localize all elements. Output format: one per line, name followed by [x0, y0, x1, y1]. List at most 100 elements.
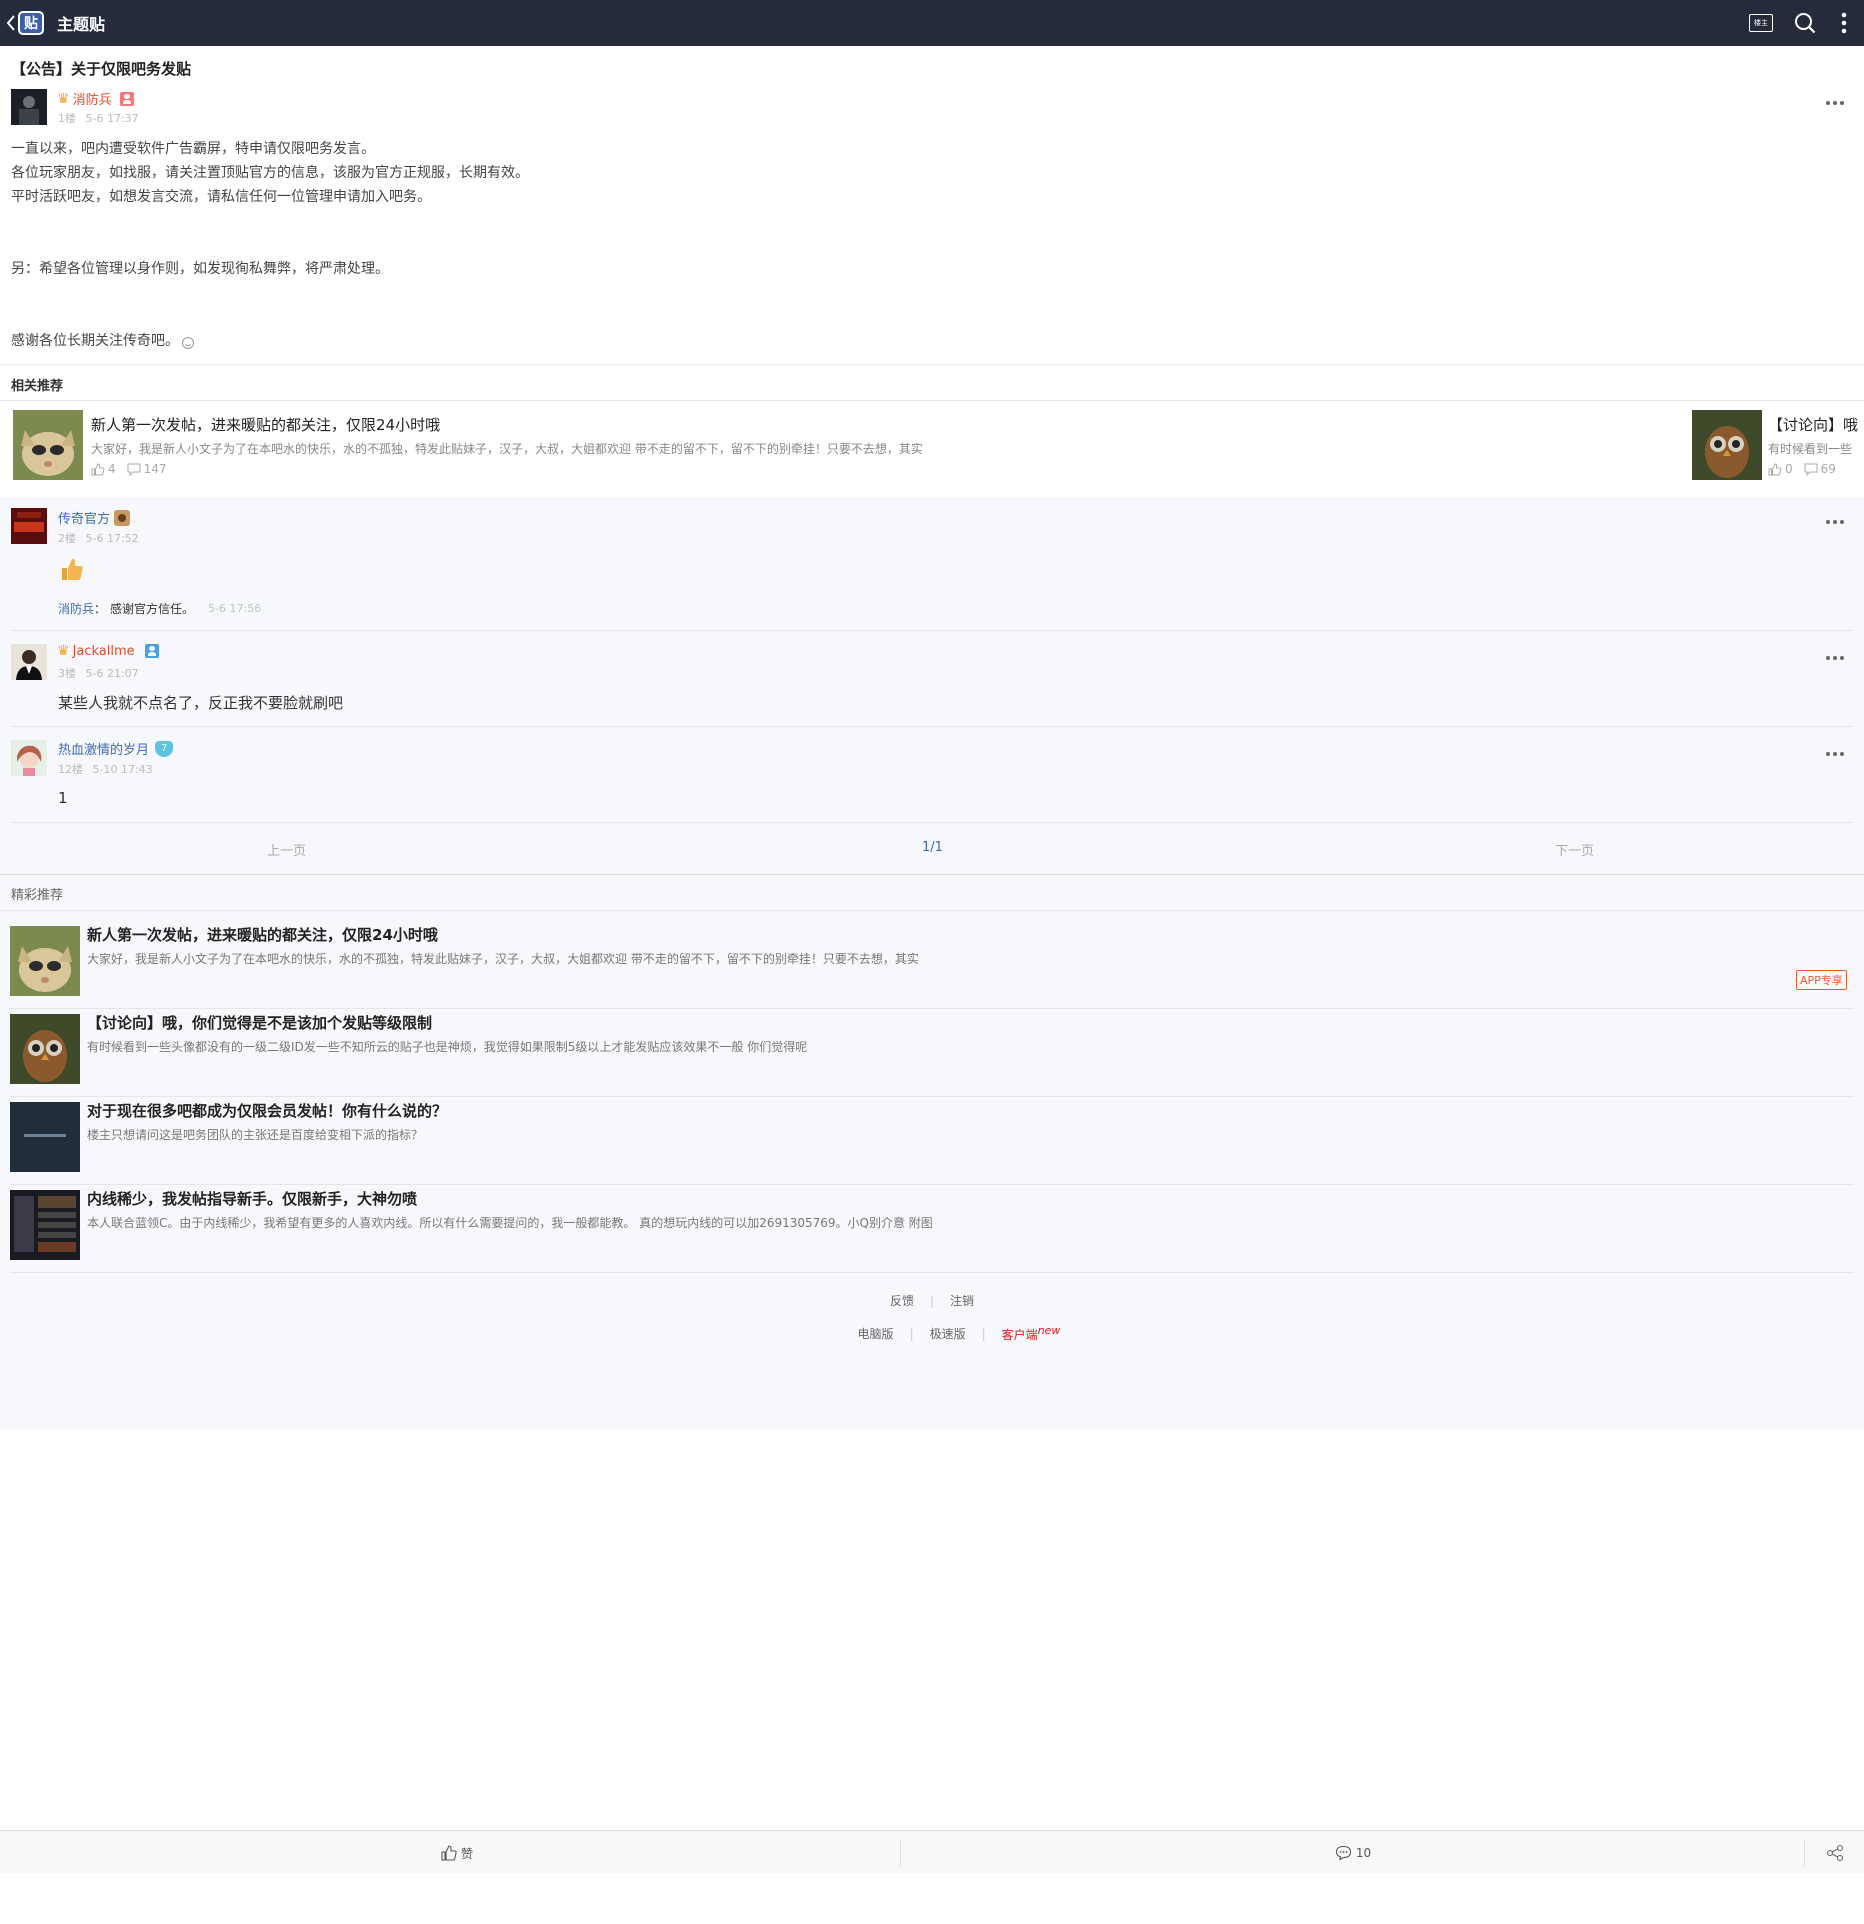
cat-thumbnail-icon — [13, 410, 83, 480]
dot — [1826, 752, 1830, 756]
related-title: 【讨论向】哦 — [1768, 416, 1859, 434]
reply-time: 5-6 21:07 — [85, 667, 139, 680]
share-icon — [1826, 1844, 1844, 1862]
recommend-item[interactable]: 新人第一次发帖，进来暖贴的都关注，仅限24小时哦 大家好，我是新人小文子为了在本… — [10, 924, 1854, 1008]
owl-thumbnail-icon — [10, 1014, 80, 1084]
avatar[interactable] — [11, 644, 47, 680]
avatar[interactable] — [11, 89, 47, 125]
pc-version-link[interactable]: 电脑版 — [858, 1325, 894, 1342]
post-body-text: 感谢各位长期关注传奇吧。 — [11, 333, 179, 349]
post-floor: 1楼 — [58, 112, 76, 125]
reply-author-name[interactable]: 热血激情的岁月 — [58, 739, 149, 758]
recommend-item[interactable]: 内线稀少，我发帖指导新手。仅限新手，大神勿喷 本人联合蓝领C。由于内线稀少，我希… — [10, 1188, 1854, 1272]
avatar-image — [11, 740, 47, 776]
divider — [1804, 1839, 1805, 1867]
reply-time: 5-10 17:43 — [92, 763, 153, 776]
avatar[interactable] — [11, 740, 47, 776]
like-icon — [441, 1845, 457, 1861]
post-body-line: 一直以来，吧内遭受软件广告霸屏，特申请仅限吧务发言。 — [11, 141, 375, 157]
post-body-line: 平时活跃吧友，如想发言交流，请私信任何一位管理申请加入吧务。 — [11, 189, 431, 205]
crown-icon: ♛ — [57, 90, 70, 107]
related-desc: 大家好，我是新人小文子为了在本吧水的快乐，水的不孤独，特发此贴妹子，汉子，大叔，… — [91, 442, 923, 456]
comment-icon — [1804, 463, 1818, 476]
client-link[interactable]: 客户端new — [1002, 1324, 1061, 1343]
level-badge-icon: 7 — [155, 740, 174, 757]
page-indicator[interactable]: 1/1 — [922, 840, 943, 855]
like-count: 0 — [1785, 462, 1793, 476]
reply-meta: 12楼 5-10 17:43 — [58, 761, 153, 777]
reply-more-button[interactable] — [1818, 743, 1852, 765]
divider — [11, 630, 1853, 631]
like-label: 赞 — [460, 1846, 473, 1861]
reply-more-button[interactable] — [1818, 511, 1852, 533]
post-author-name[interactable]: 消防兵 — [73, 89, 112, 108]
back-button[interactable]: 贴 — [6, 8, 48, 38]
more-menu-button[interactable] — [1836, 10, 1852, 36]
dot — [1833, 656, 1837, 660]
page-title: 主题贴 — [57, 15, 106, 34]
new-tag: new — [1037, 1324, 1061, 1337]
divider — [10, 1096, 1854, 1097]
author-only-label: 楼主 — [1754, 19, 1768, 27]
post-more-button[interactable] — [1818, 92, 1852, 114]
search-button[interactable] — [1792, 10, 1818, 36]
dot — [1826, 101, 1830, 105]
logout-link[interactable]: 注销 — [950, 1292, 974, 1309]
app-exclusive-badge: APP专享 — [1796, 970, 1847, 990]
like-icon — [1768, 462, 1782, 475]
post-body-line: 各位玩家朋友，如找服，请关注置顶贴官方的信息，该服为官方正规服，长期有效。 — [11, 165, 529, 181]
comment-count: 10 — [1355, 1846, 1372, 1860]
recommend-item[interactable]: 对于现在很多吧都成为仅限会员发帖！你有什么说的？ 楼主只想请问这是吧务团队的主张… — [10, 1100, 1854, 1184]
thumbs-up-emoji-icon — [60, 556, 84, 586]
related-card[interactable]: 新人第一次发帖，进来暖贴的都关注，仅限24小时哦 大家好，我是新人小文子为了在本… — [13, 410, 1073, 482]
game-screenshot-thumbnail-icon — [10, 1190, 80, 1260]
reply-author-name[interactable]: Jackallme — [73, 644, 135, 659]
next-page-button[interactable]: 下一页 — [1555, 840, 1594, 859]
share-button[interactable] — [1806, 1831, 1864, 1875]
like-count: 4 — [108, 462, 116, 476]
related-desc: 有时候看到一些 — [1768, 442, 1853, 456]
dot — [1840, 752, 1844, 756]
post-title: 【公告】关于仅限吧务发贴 — [11, 60, 192, 78]
back-icon — [6, 15, 15, 31]
recommend-title: 新人第一次发帖，进来暖贴的都关注，仅限24小时哦 — [87, 926, 438, 944]
avatar[interactable] — [11, 508, 47, 544]
reply-author-row: 传奇官方 — [58, 508, 131, 527]
client-label: 客户端 — [1001, 1328, 1038, 1342]
sub-reply-author[interactable]: 消防兵 — [58, 600, 94, 617]
divider — [10, 1184, 1854, 1185]
post-body-line: 另：希望各位管理以身作则，如发现徇私舞弊，将严肃处理。 — [11, 261, 389, 277]
avatar-image — [11, 644, 47, 680]
related-card[interactable]: 【讨论向】哦 有时候看到一些 0 69 — [1692, 410, 1864, 482]
crown-icon: ♛ — [57, 643, 70, 659]
reply-text: 1 — [58, 789, 68, 807]
dot — [1833, 752, 1837, 756]
reply-meta: 3楼 5-6 21:07 — [58, 665, 139, 681]
emoji-icon — [182, 337, 194, 349]
reply-author-row: 热血激情的岁月 7 — [58, 739, 174, 758]
owl-thumbnail-icon — [1692, 410, 1762, 480]
reply-author-row: ♛ Jackallme — [57, 643, 159, 659]
prev-page-button[interactable]: 上一页 — [267, 840, 306, 859]
related-title: 新人第一次发帖，进来暖贴的都关注，仅限24小时哦 — [91, 416, 441, 434]
more-vertical-icon — [1841, 12, 1847, 34]
feedback-link[interactable]: 反馈 — [890, 1292, 914, 1309]
reply-more-button[interactable] — [1818, 647, 1852, 669]
post-time: 5-6 17:37 — [85, 112, 139, 125]
author-only-button[interactable]: 楼主 — [1748, 10, 1774, 36]
comment-button[interactable]: 10 — [910, 1831, 1796, 1875]
recommend-desc: 本人联合蓝领C。由于内线稀少，我希望有更多的人喜欢内线。所以有什么需要提问的，我… — [87, 1216, 933, 1230]
recommend-item[interactable]: 【讨论向】哦，你们觉得是不是该加个发贴等级限制 有时候看到一些头像都没有的一级二… — [10, 1012, 1854, 1096]
separator: | — [909, 1326, 914, 1341]
related-stats: 0 69 — [1768, 462, 1836, 476]
reply-time: 5-6 17:52 — [85, 532, 139, 545]
reply-author-name[interactable]: 传奇官方 — [58, 508, 110, 527]
lite-version-link[interactable]: 极速版 — [930, 1325, 966, 1342]
sub-reply-time: 5-6 17:56 — [208, 602, 262, 615]
like-button[interactable]: 赞 — [14, 1831, 900, 1875]
separator: | — [981, 1326, 986, 1341]
recommend-title: 对于现在很多吧都成为仅限会员发帖！你有什么说的？ — [87, 1102, 448, 1120]
dot — [1826, 656, 1830, 660]
comment-count: 69 — [1820, 462, 1836, 476]
author-only-icon: 楼主 — [1749, 14, 1773, 32]
